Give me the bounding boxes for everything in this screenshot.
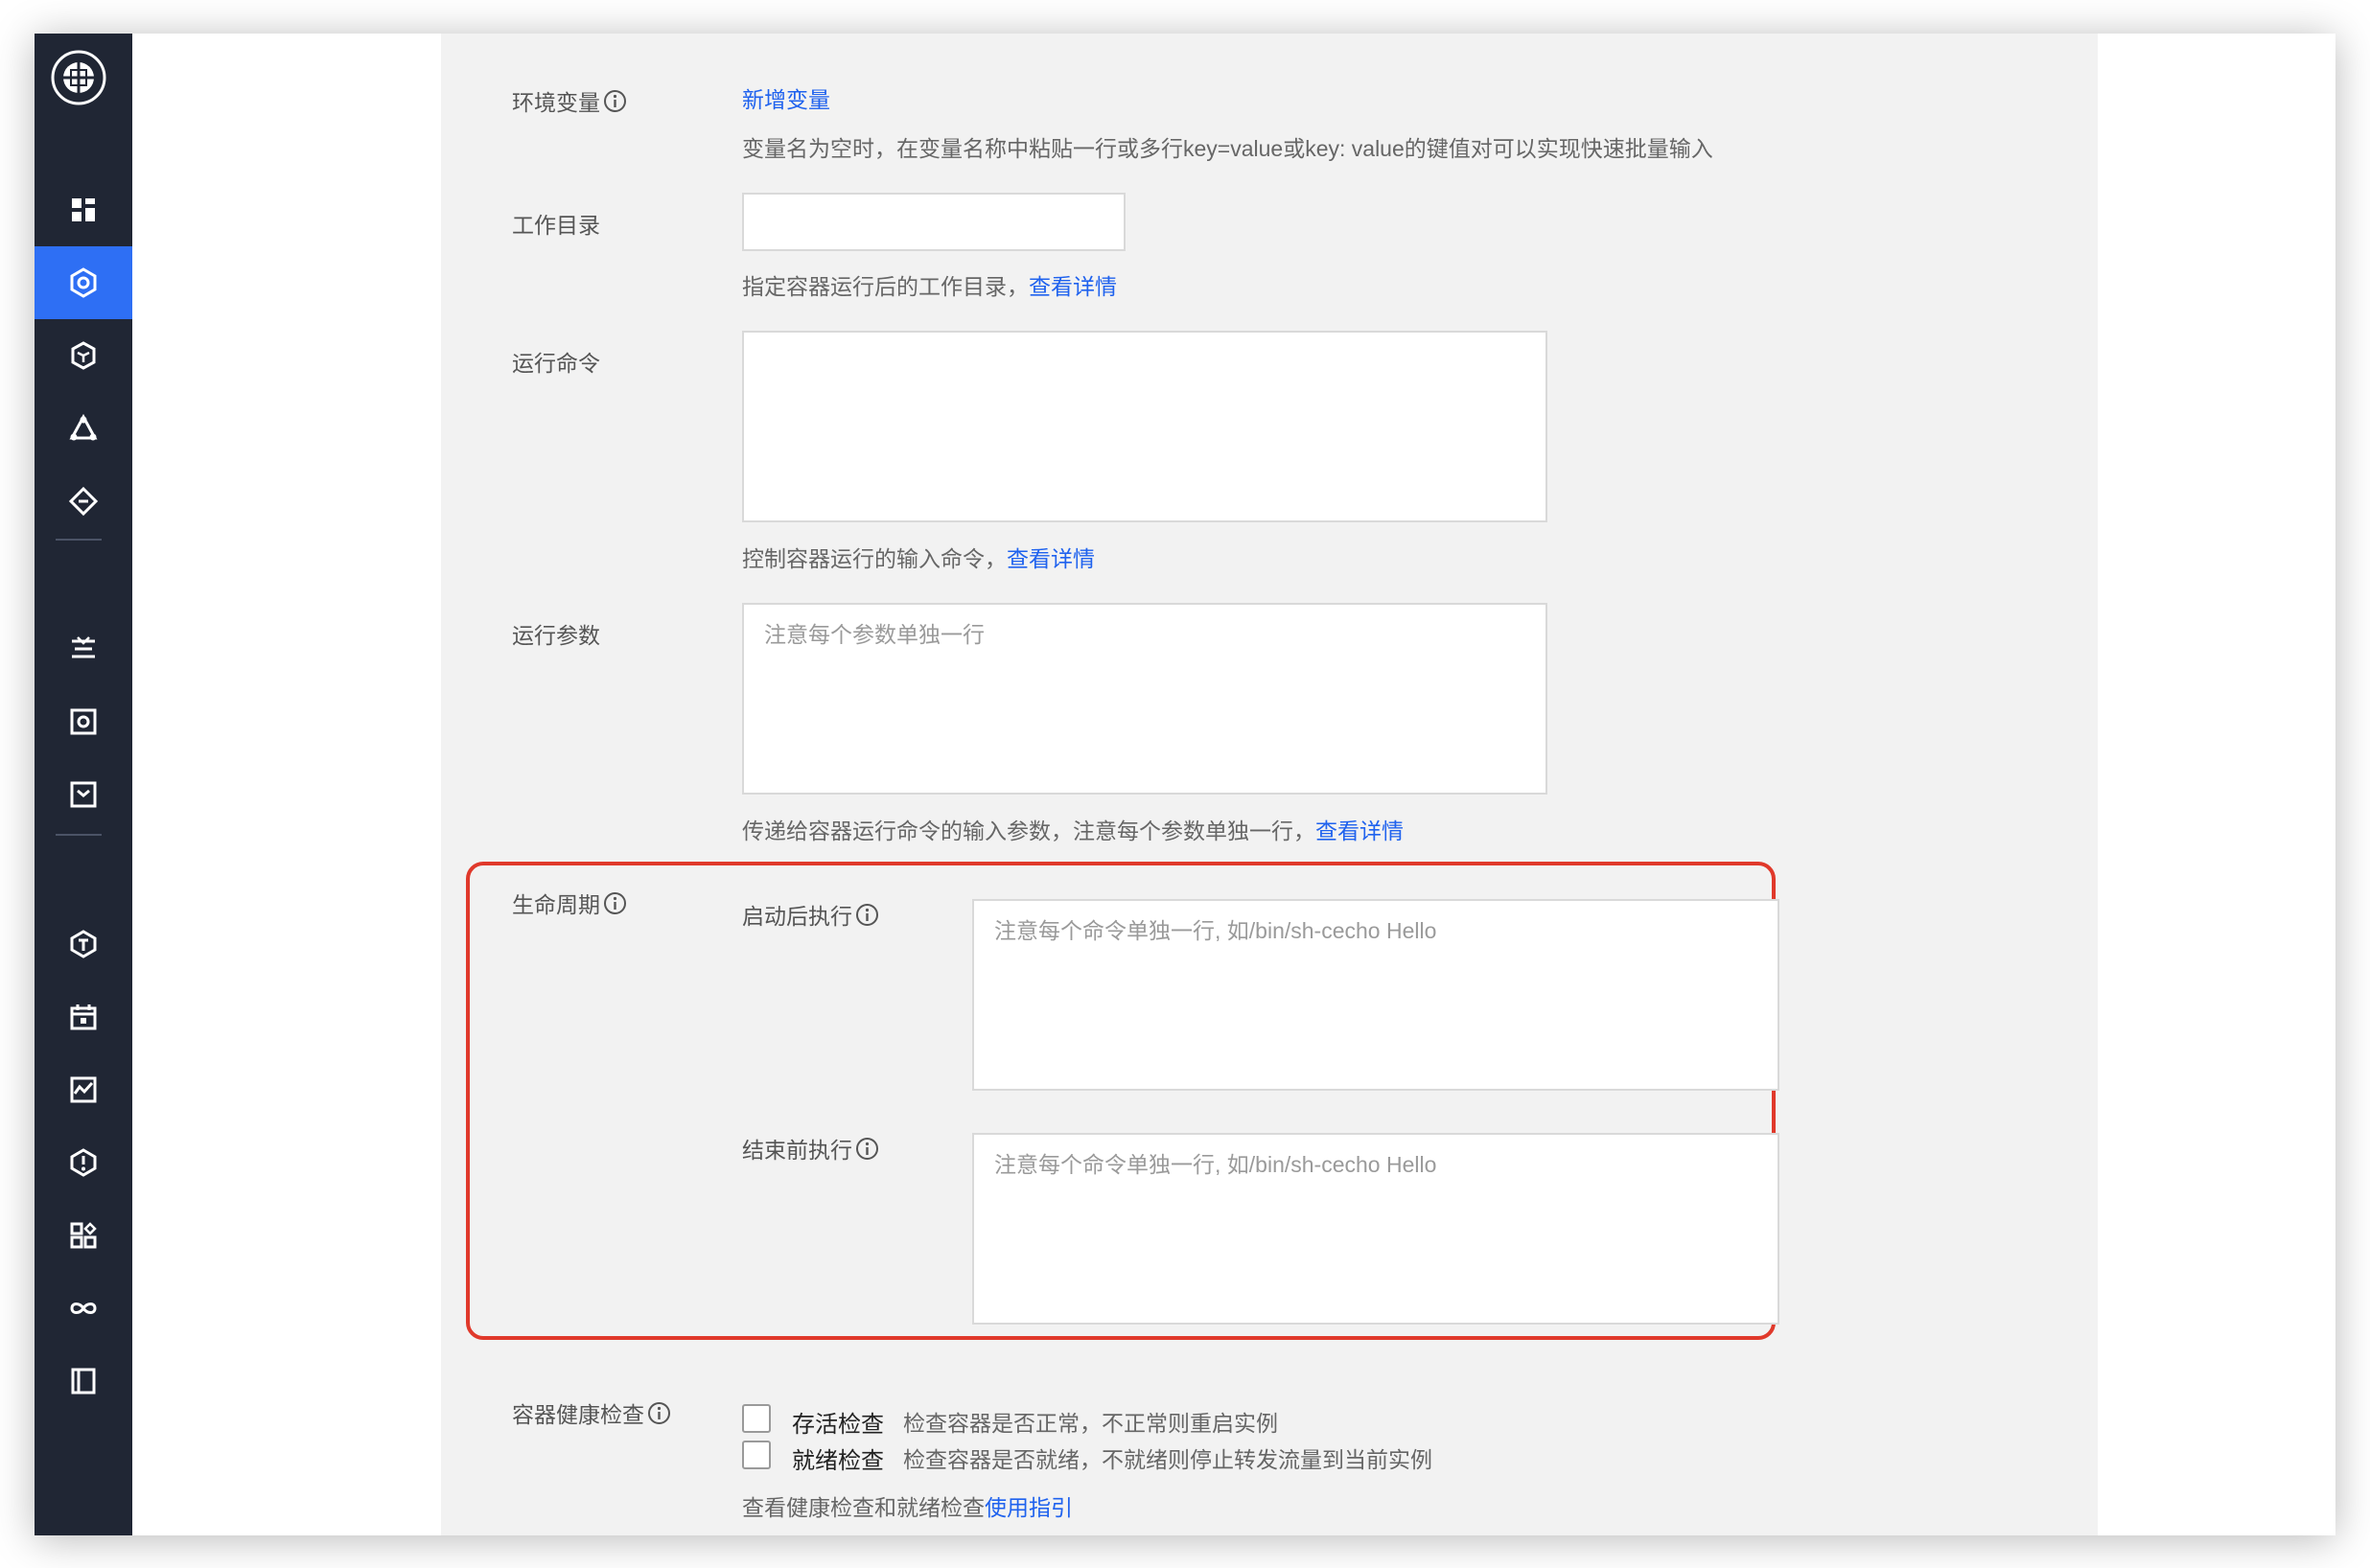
book-icon[interactable] (35, 1345, 132, 1418)
env-vars-hint: 变量名为空时，在变量名称中粘贴一行或多行key=value或key: value… (742, 136, 1713, 161)
post-start-label: 启动后执行 (742, 898, 879, 931)
command-label: 运行命令 (512, 351, 600, 376)
info-icon[interactable] (855, 1137, 879, 1161)
args-textarea[interactable]: 注意每个参数单独一行 (742, 603, 1547, 795)
readiness-desc: 检查容器是否就绪，不就绪则停止转发流量到当前实例 (903, 1447, 1432, 1472)
lifecycle-label: 生命周期 (512, 887, 627, 919)
network-cube-icon[interactable] (35, 319, 132, 392)
info-icon[interactable] (603, 89, 627, 113)
filter-layers-icon[interactable] (35, 612, 132, 685)
globe-logo-icon[interactable] (49, 48, 108, 107)
workdir-details-link[interactable]: 查看详情 (1029, 274, 1117, 299)
health-guide-hint: 查看健康检查和就绪检查使用指引 (742, 1495, 1073, 1520)
readiness-checkbox[interactable] (742, 1441, 771, 1469)
grid-apps-icon[interactable] (35, 1199, 132, 1272)
args-hint: 传递给容器运行命令的输入参数，注意每个参数单独一行，查看详情 (742, 819, 1404, 843)
workdir-hint: 指定容器运行后的工作目录，查看详情 (742, 274, 1117, 299)
main-content: 环境变量 新增变量 变量名为空时，在变量名称中粘贴一行或多行key=value或… (132, 34, 2335, 1535)
info-icon[interactable] (855, 903, 879, 927)
dashboard-icon[interactable] (35, 173, 132, 246)
calendar-icon[interactable] (35, 980, 132, 1053)
args-label: 运行参数 (512, 623, 600, 648)
info-icon[interactable] (647, 1401, 671, 1425)
infinity-icon[interactable] (35, 1272, 132, 1345)
readiness-title: 就绪检查 (792, 1448, 884, 1474)
pre-stop-label: 结束前执行 (742, 1132, 879, 1164)
hexagon-t-icon[interactable] (35, 908, 132, 980)
sidebar (35, 34, 132, 1535)
workdir-label: 工作目录 (512, 213, 600, 238)
workdir-input[interactable] (742, 193, 1126, 251)
usage-guide-link[interactable]: 使用指引 (985, 1495, 1073, 1520)
command-details-link[interactable]: 查看详情 (1007, 546, 1095, 571)
env-vars-label: 环境变量 (512, 84, 627, 117)
liveness-desc: 检查容器是否正常，不正常则重启实例 (903, 1411, 1278, 1436)
pre-stop-textarea[interactable]: 注意每个命令单独一行, 如/bin/sh-cecho Hello (972, 1133, 1779, 1325)
health-check-label: 容器健康检查 (512, 1396, 671, 1429)
monitor-square-icon[interactable] (35, 685, 132, 758)
command-textarea[interactable] (742, 331, 1547, 522)
liveness-checkbox[interactable] (742, 1404, 771, 1433)
liveness-title: 存活检查 (792, 1412, 884, 1438)
info-icon[interactable] (603, 891, 627, 915)
post-start-textarea[interactable]: 注意每个命令单独一行, 如/bin/sh-cecho Hello (972, 899, 1779, 1091)
add-variable-link[interactable]: 新增变量 (742, 81, 830, 114)
shield-alert-icon[interactable] (35, 1126, 132, 1199)
diamond-link-icon[interactable] (35, 465, 132, 538)
cube-service-icon[interactable] (35, 246, 132, 319)
command-hint: 控制容器运行的输入命令，查看详情 (742, 546, 1095, 571)
args-details-link[interactable]: 查看详情 (1315, 819, 1404, 843)
app-window: 环境变量 新增变量 变量名为空时，在变量名称中粘贴一行或多行key=value或… (35, 34, 2335, 1535)
sidebar-divider (56, 539, 102, 541)
sidebar-divider (56, 834, 102, 836)
triangle-nodes-icon[interactable] (35, 392, 132, 465)
chart-monitor-icon[interactable] (35, 1053, 132, 1126)
inbox-box-icon[interactable] (35, 758, 132, 831)
